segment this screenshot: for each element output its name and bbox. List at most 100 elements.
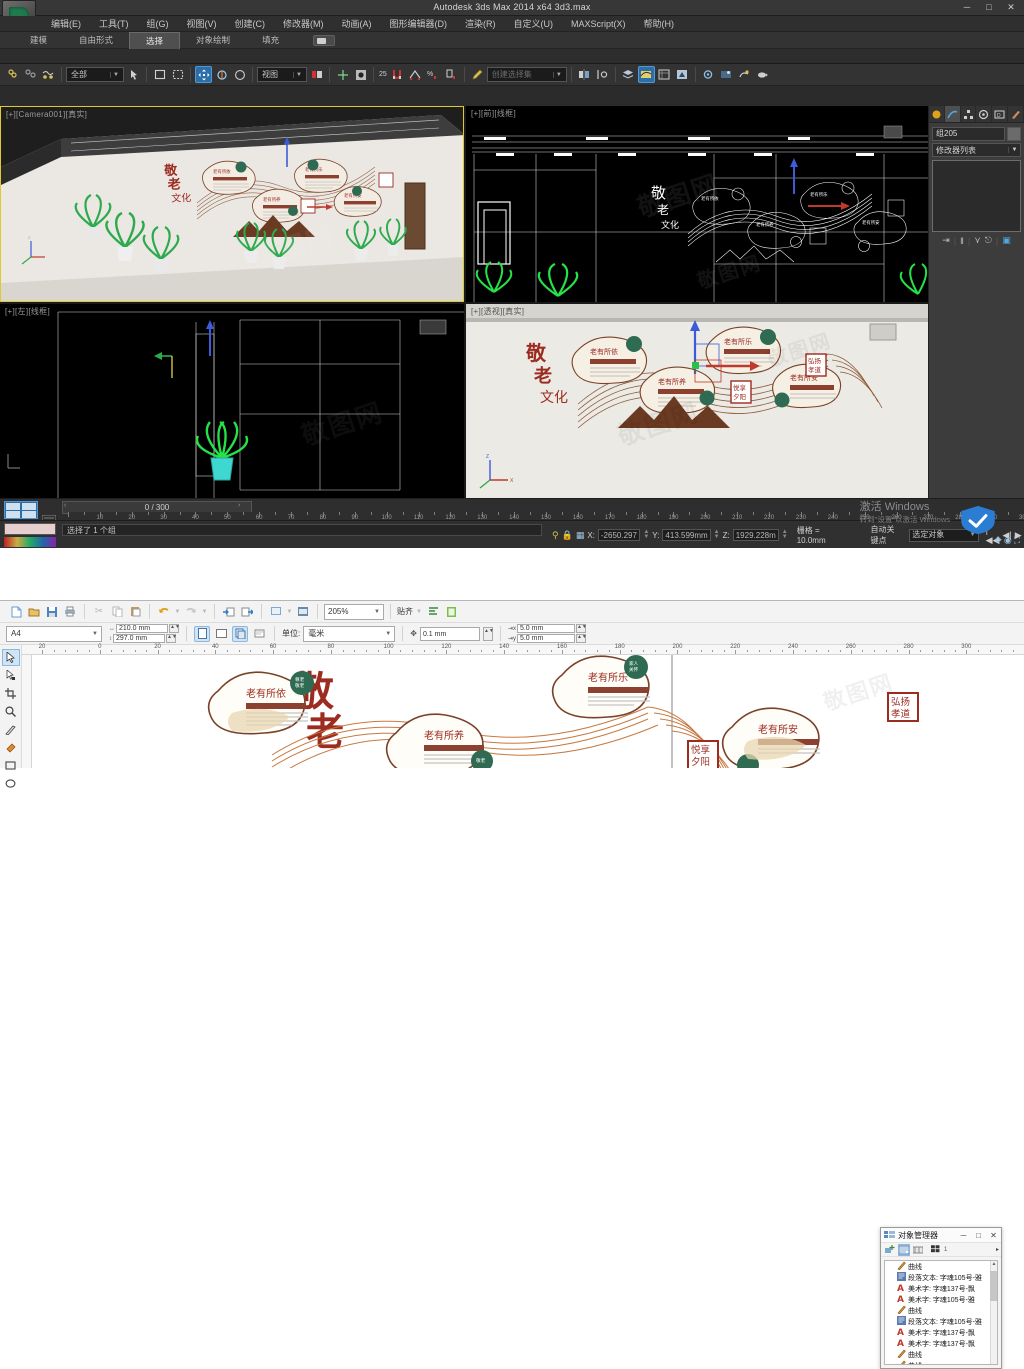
schematic-view-icon[interactable]	[656, 66, 673, 83]
object-list-item[interactable]: A 美术字: 字魂105号-雅	[885, 1294, 997, 1305]
select-and-rotate-icon[interactable]	[213, 66, 230, 83]
selection-filter-dropdown[interactable]: 全部 ▼	[66, 67, 124, 82]
key-filters-icon[interactable]: ▦	[576, 530, 585, 541]
ellipse-tool-icon[interactable]	[2, 775, 20, 792]
corel-canvas[interactable]: 敬 老 老有所依 尊老 敬老 老有所养 敬老 老有所乐 家人 关怀 老有所安 悦…	[32, 655, 1024, 768]
ribbon-tab-modeling[interactable]: 建模	[14, 32, 63, 48]
layer-manager-icon[interactable]	[620, 66, 637, 83]
lock-icon[interactable]: 🔒	[562, 530, 573, 541]
redo-dropdown-icon[interactable]: ▼	[201, 604, 208, 620]
undo-icon[interactable]	[156, 604, 172, 620]
utilities-tab-icon[interactable]	[1008, 106, 1024, 122]
percent-snap-toggle-icon[interactable]: %	[425, 66, 442, 83]
y-spinner[interactable]: ▲ ▼	[714, 529, 720, 540]
auto-key-button[interactable]: 自动关键点	[871, 524, 903, 546]
prev-frame-button[interactable]: ‹	[64, 502, 66, 509]
curve-editor-icon[interactable]	[637, 66, 655, 83]
angle-snap-toggle-icon[interactable]	[407, 66, 424, 83]
object-list-item[interactable]: A 美术字: 字魂137号-飘	[885, 1338, 997, 1349]
z-spinner[interactable]: ▲ ▼	[782, 529, 788, 540]
hierarchy-tab-icon[interactable]	[961, 106, 977, 122]
ribbon-tab-freeform[interactable]: 自由形式	[63, 32, 129, 48]
material-editor-icon[interactable]	[674, 66, 691, 83]
smart-fill-tool-icon[interactable]	[2, 739, 20, 756]
page-size-dropdown[interactable]: A4 ▼	[6, 625, 102, 642]
viewport-camera001[interactable]: [+][Camera001][真实] 敬 老 文化 老有所依 老有所养 老有所乐…	[0, 106, 464, 302]
show-end-result-icon[interactable]: ‖	[960, 236, 964, 246]
menu-item-rendering[interactable]: 渲染(R)	[456, 16, 505, 31]
nudge-field[interactable]: 0.1 mm	[419, 626, 480, 641]
render-setup-icon[interactable]	[700, 66, 717, 83]
x-coordinate-field[interactable]: -2650.297	[597, 529, 641, 541]
new-layer-icon[interactable]	[884, 1244, 896, 1256]
current-page-icon[interactable]	[251, 626, 267, 642]
duplicate-x-spinner[interactable]: ▲▼	[575, 624, 587, 633]
set-key-filters-icon[interactable]	[41, 511, 57, 525]
next-frame-button[interactable]: ›	[238, 502, 240, 509]
select-and-manipulate-icon[interactable]	[334, 66, 351, 83]
use-pivot-center-icon[interactable]	[308, 66, 325, 83]
copy-icon[interactable]	[109, 604, 125, 620]
menu-item-create[interactable]: 创建(C)	[226, 16, 275, 31]
page-height-spinner[interactable]: ▲▼	[166, 634, 177, 643]
launcher-dropdown-icon[interactable]: ▼	[286, 604, 293, 620]
zoom-level-combo[interactable]: 205% ▼	[324, 603, 384, 620]
snap-dropdown-icon[interactable]: ▼	[415, 604, 423, 620]
application-launcher-icon[interactable]	[268, 604, 284, 620]
cut-icon[interactable]: ✂	[91, 604, 107, 620]
snaps-toggle-icon[interactable]	[389, 66, 406, 83]
motion-tab-icon[interactable]	[976, 106, 993, 122]
configure-sets-icon[interactable]: ▣	[1002, 235, 1011, 246]
menu-item-edit[interactable]: 编辑(E)	[42, 16, 90, 31]
viewport-left-wireframe[interactable]: [+][左][线框]	[0, 304, 464, 498]
menu-item-modifiers[interactable]: 修改器(M)	[274, 16, 333, 31]
pick-tool-icon[interactable]	[1, 649, 20, 666]
object-manager-maximize[interactable]: □	[971, 1229, 986, 1242]
pan-view-icon[interactable]: ✥	[994, 535, 1002, 546]
keyboard-shortcut-override-icon[interactable]	[352, 66, 369, 83]
page-width-field[interactable]: 210.0 mm	[116, 624, 168, 633]
y-coordinate-field[interactable]: 413.599mm	[662, 529, 711, 541]
object-manager-close[interactable]: ✕	[986, 1229, 1001, 1242]
mini-listener-field[interactable]	[4, 523, 56, 535]
export-icon[interactable]	[239, 604, 255, 620]
options-icon[interactable]	[425, 604, 441, 620]
undo-dropdown-icon[interactable]: ▼	[174, 604, 181, 620]
remove-modifier-icon[interactable]: ⎋	[985, 235, 992, 246]
paste-icon[interactable]	[127, 604, 143, 620]
page-width-spinner[interactable]: ▲▼	[169, 624, 180, 633]
redo-icon[interactable]	[183, 604, 199, 620]
select-and-scale-icon[interactable]	[231, 66, 248, 83]
menu-item-group[interactable]: 组(G)	[138, 16, 178, 31]
object-manager-minimize[interactable]: ─	[956, 1229, 971, 1242]
object-color-swatch[interactable]	[1007, 127, 1021, 141]
object-list-scrollbar[interactable]: ▲	[990, 1261, 997, 1364]
scroll-up-icon[interactable]: ▲	[991, 1261, 997, 1267]
modifier-stack-list[interactable]	[932, 160, 1021, 232]
corel-vertical-ruler[interactable]	[22, 655, 32, 768]
maximize-button[interactable]: □	[978, 0, 1000, 15]
object-list-item[interactable]: A 美术字: 字魂137号-飘	[885, 1283, 997, 1294]
portrait-icon[interactable]	[194, 625, 210, 642]
select-object-icon[interactable]	[125, 66, 142, 83]
page-height-field[interactable]: 297.0 mm	[113, 634, 165, 643]
ribbon-tab-populate[interactable]: 填充	[246, 32, 295, 48]
shape-tool-icon[interactable]	[2, 667, 20, 684]
display-tab-icon[interactable]: D	[992, 106, 1009, 122]
import-icon[interactable]	[221, 604, 237, 620]
modify-tab-icon[interactable]	[944, 106, 961, 122]
menu-item-animation[interactable]: 动画(A)	[333, 16, 381, 31]
object-list-item[interactable]: 曲线	[885, 1305, 997, 1316]
rectangular-selection-region-icon[interactable]	[151, 66, 168, 83]
object-list-item[interactable]: 段落文本: 字魂105号-雅	[885, 1272, 997, 1283]
make-unique-icon[interactable]: ⋎	[974, 235, 981, 246]
landscape-icon[interactable]	[213, 626, 229, 642]
freehand-tool-icon[interactable]	[2, 721, 20, 738]
duplicate-y-field[interactable]: 5.0 mm	[516, 634, 575, 643]
object-list-item[interactable]: 曲线	[885, 1349, 997, 1360]
menu-item-graph-editors[interactable]: 图形编辑器(D)	[381, 16, 457, 31]
z-coordinate-field[interactable]: 1929.228m	[732, 529, 779, 541]
menu-item-views[interactable]: 视图(V)	[178, 16, 226, 31]
rectangle-tool-icon[interactable]	[2, 757, 20, 774]
reference-coordinate-dropdown[interactable]: 视图 ▼	[257, 67, 307, 82]
